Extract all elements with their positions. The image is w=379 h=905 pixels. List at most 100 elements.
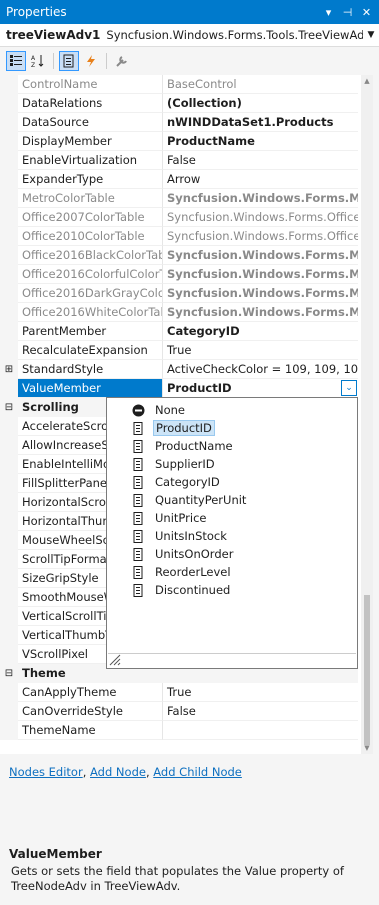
dropdown-item-discontinued[interactable]: Discontinued bbox=[107, 581, 357, 599]
property-pages-icon[interactable] bbox=[112, 51, 132, 71]
scroll-up-icon[interactable]: ▲ bbox=[361, 75, 373, 87]
property-value[interactable]: Syncfusion.Windows.Forms.MetroColorTable bbox=[163, 189, 358, 208]
property-value[interactable]: BaseControl bbox=[163, 75, 358, 94]
property-value[interactable]: True bbox=[163, 683, 358, 702]
row-gutter bbox=[0, 113, 18, 132]
property-value[interactable]: False bbox=[163, 151, 358, 170]
property-value[interactable]: Syncfusion.Windows.Forms.MetroColorTable bbox=[163, 284, 358, 303]
property-value[interactable]: Syncfusion.Windows.Forms.MetroColorTable bbox=[163, 265, 358, 284]
property-row-valuemember[interactable]: ValueMember ProductID ⌄ bbox=[0, 379, 358, 398]
property-row-office2016darkgraycolortable[interactable]: Office2016DarkGrayColorTableSyncfusion.W… bbox=[0, 284, 358, 303]
property-row-office2010colortable[interactable]: Office2010ColorTable Syncfusion.Windows.F… bbox=[0, 227, 358, 246]
row-gutter bbox=[0, 170, 18, 189]
property-row-standardstyle[interactable]: ⊞ StandardStyle ActiveCheckColor = 109, 10… bbox=[0, 360, 358, 379]
dropdown-item-reorderlevel[interactable]: ReorderLevel bbox=[107, 563, 357, 581]
collapse-icon[interactable]: ⊟ bbox=[0, 398, 18, 417]
row-gutter bbox=[0, 94, 18, 113]
property-value[interactable]: (Collection) bbox=[163, 94, 358, 113]
dropdown-item-supplierid[interactable]: SupplierID bbox=[107, 455, 357, 473]
field-icon bbox=[131, 565, 145, 579]
property-value[interactable]: Syncfusion.Windows.Forms.MetroColorTable bbox=[163, 303, 358, 322]
object-name: treeViewAdv1 bbox=[6, 28, 101, 42]
dropdown-item-productname[interactable]: ProductName bbox=[107, 437, 357, 455]
property-row-displaymember[interactable]: DisplayMember ProductName bbox=[0, 132, 358, 151]
property-row-office2007colortable[interactable]: Office2007ColorTable Syncfusion.Windows.F… bbox=[0, 208, 358, 227]
toolbar-separator bbox=[53, 53, 54, 69]
events-icon[interactable] bbox=[81, 51, 101, 71]
row-gutter bbox=[0, 493, 18, 512]
scroll-down-icon[interactable]: ▼ bbox=[361, 742, 373, 754]
property-value[interactable]: ProductName bbox=[163, 132, 358, 151]
property-row-office2016colorfulcolortable[interactable]: Office2016ColorfulColorTableSyncfusion.W… bbox=[0, 265, 358, 284]
property-name: EnableVirtualization bbox=[18, 151, 163, 170]
property-value[interactable]: True bbox=[163, 341, 358, 360]
categorized-icon[interactable] bbox=[6, 51, 26, 71]
dropdown-item-label: UnitPrice bbox=[155, 511, 207, 525]
expand-icon[interactable]: ⊞ bbox=[0, 360, 18, 379]
add-child-node-link[interactable]: Add Child Node bbox=[153, 765, 242, 779]
property-row-themename[interactable]: ThemeName bbox=[0, 721, 358, 740]
property-value[interactable]: Arrow bbox=[163, 170, 358, 189]
dropdown-item-unitprice[interactable]: UnitPrice bbox=[107, 509, 357, 527]
property-row-enablevirtualization[interactable]: EnableVirtualization False bbox=[0, 151, 358, 170]
property-value[interactable]: Syncfusion.Windows.Forms.Office2007Color… bbox=[163, 208, 358, 227]
property-value[interactable]: nWINDDataSet1.Products bbox=[163, 113, 358, 132]
field-icon bbox=[131, 421, 145, 435]
dropdown-item-label: SupplierID bbox=[155, 457, 215, 471]
dropdown-item-categoryid[interactable]: CategoryID bbox=[107, 473, 357, 491]
property-value[interactable]: ProductID bbox=[163, 379, 358, 398]
dropdown-item-label: ProductID bbox=[153, 420, 215, 436]
property-row-parentmember[interactable]: ParentMember CategoryID bbox=[0, 322, 358, 341]
property-name: ThemeName bbox=[18, 721, 163, 740]
property-name: MetroColorTable bbox=[18, 189, 163, 208]
property-row-expandertype[interactable]: ExpanderType Arrow bbox=[0, 170, 358, 189]
pin-button[interactable]: ⊣ bbox=[341, 6, 354, 19]
dropdown-item-productid[interactable]: ProductID bbox=[107, 419, 357, 437]
property-row-datarelations[interactable]: DataRelations (Collection) bbox=[0, 94, 358, 113]
property-row-controlname[interactable]: ControlName BaseControl bbox=[0, 75, 358, 94]
property-row-canoverridestyle[interactable]: CanOverrideStyle False bbox=[0, 702, 358, 721]
row-gutter bbox=[0, 436, 18, 455]
close-button[interactable]: ✕ bbox=[360, 6, 373, 19]
property-value[interactable]: False bbox=[163, 702, 358, 721]
property-row-canapplytheme[interactable]: CanApplyTheme True bbox=[0, 683, 358, 702]
properties-icon[interactable] bbox=[59, 51, 79, 71]
property-row-office2016whitecolortable[interactable]: Office2016WhiteColorTable Syncfusion.Wind… bbox=[0, 303, 358, 322]
property-name: Office2016DarkGrayColorTable bbox=[18, 284, 163, 303]
field-icon bbox=[131, 529, 145, 543]
description-title: ValueMember bbox=[9, 847, 102, 861]
alphabetical-icon[interactable]: AZ bbox=[28, 51, 48, 71]
dropdown-item-label: UnitsOnOrder bbox=[155, 547, 234, 561]
dropdown-button-chevron-icon[interactable]: ⌄ bbox=[341, 380, 357, 396]
property-value[interactable]: CategoryID bbox=[163, 322, 358, 341]
property-row-datasource[interactable]: DataSource nWINDDataSet1.Products bbox=[0, 113, 358, 132]
collapse-icon[interactable]: ⊟ bbox=[0, 664, 18, 683]
property-grid-scrollbar[interactable]: ▲ ▼ bbox=[361, 75, 373, 754]
row-gutter bbox=[0, 645, 18, 664]
property-value[interactable] bbox=[163, 721, 358, 740]
dropdown-item-quantityperunit[interactable]: QuantityPerUnit bbox=[107, 491, 357, 509]
scrollbar-thumb[interactable] bbox=[364, 595, 370, 745]
row-gutter bbox=[0, 417, 18, 436]
property-value[interactable]: Syncfusion.Windows.Forms.MetroColorTable bbox=[163, 246, 358, 265]
dropdown-item-label: None bbox=[155, 403, 186, 417]
property-row-recalculateexpansion[interactable]: RecalculateExpansion True bbox=[0, 341, 358, 360]
link-separator: , bbox=[145, 765, 150, 779]
nodes-editor-link[interactable]: Nodes Editor bbox=[9, 765, 83, 779]
property-name: Office2007ColorTable bbox=[18, 208, 163, 227]
property-row-office2016blackcolortable[interactable]: Office2016BlackColorTable Syncfusion.Wind… bbox=[0, 246, 358, 265]
object-selector[interactable]: treeViewAdv1 Syncfusion.Windows.Forms.To… bbox=[0, 24, 379, 47]
resize-grip-icon[interactable] bbox=[108, 653, 356, 667]
property-value[interactable]: ActiveCheckColor = 109, 109, 109 bbox=[163, 360, 358, 379]
description-text: Gets or sets the field that populates th… bbox=[11, 864, 344, 893]
row-gutter bbox=[0, 702, 18, 721]
dropdown-item-none[interactable]: None bbox=[107, 401, 357, 419]
property-value[interactable]: Syncfusion.Windows.Forms.Office2010Color… bbox=[163, 227, 358, 246]
add-node-link[interactable]: Add Node bbox=[90, 765, 146, 779]
dropdown-item-unitsinstock[interactable]: UnitsInStock bbox=[107, 527, 357, 545]
property-name: ExpanderType bbox=[18, 170, 163, 189]
dropdown-item-unitsonorder[interactable]: UnitsOnOrder bbox=[107, 545, 357, 563]
property-row-metrocolortable[interactable]: MetroColorTable Syncfusion.Windows.Forms.… bbox=[0, 189, 358, 208]
chevron-down-icon[interactable]: ▼ bbox=[363, 30, 379, 40]
window-menu-dropdown[interactable]: ▾ bbox=[322, 6, 335, 19]
